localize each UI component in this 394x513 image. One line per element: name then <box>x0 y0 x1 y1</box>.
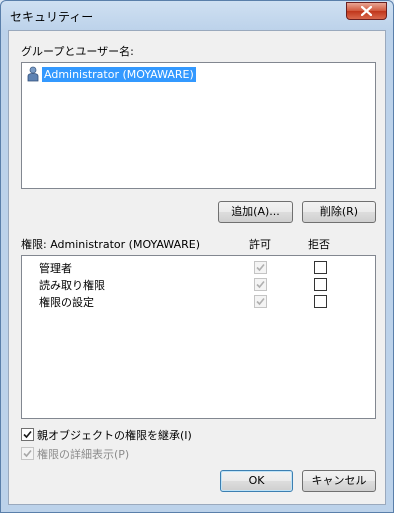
permission-row-set: 権限の設定 <box>22 293 375 310</box>
checkmark-icon <box>256 280 265 289</box>
remove-button[interactable]: 削除(R) <box>302 201 376 223</box>
deny-checkbox[interactable] <box>314 261 327 274</box>
checkmark-icon <box>23 430 32 439</box>
permissions-list[interactable]: 管理者 読み取り権限 権限の設定 <box>21 255 376 419</box>
checkmark-icon <box>256 263 265 272</box>
permission-name: 読み取り権限 <box>39 279 105 292</box>
add-button[interactable]: 追加(A)... <box>218 201 293 223</box>
security-dialog: セキュリティー グループとユーザー名: Administrator (MOYAW… <box>0 0 394 513</box>
allow-checkbox <box>254 278 267 291</box>
allow-checkbox <box>254 261 267 274</box>
details-checkbox <box>21 447 34 460</box>
permission-name: 権限の設定 <box>39 296 94 309</box>
details-label: 権限の詳細表示(P) <box>37 448 130 461</box>
ok-button[interactable]: OK <box>220 470 293 492</box>
inherit-checkbox[interactable] <box>21 428 34 441</box>
permission-name: 管理者 <box>39 262 72 275</box>
groups-list[interactable]: Administrator (MOYAWARE) <box>21 62 376 189</box>
inherit-label: 親オブジェクトの権限を継承(I) <box>37 429 192 442</box>
checkmark-icon <box>256 297 265 306</box>
deny-checkbox[interactable] <box>314 278 327 291</box>
deny-checkbox[interactable] <box>314 295 327 308</box>
permission-row-admin: 管理者 <box>22 259 375 276</box>
deny-header: 拒否 <box>308 238 330 251</box>
user-name: Administrator (MOYAWARE) <box>42 66 196 82</box>
permission-row-read: 読み取り権限 <box>22 276 375 293</box>
groups-label: グループとユーザー名: <box>21 45 134 58</box>
checkmark-icon <box>23 449 32 458</box>
cancel-button[interactable]: キャンセル <box>302 470 376 492</box>
permissions-label: 権限: Administrator (MOYAWARE) <box>21 238 200 251</box>
close-icon <box>361 6 372 16</box>
dialog-body: グループとユーザー名: Administrator (MOYAWARE) 追加(… <box>8 30 386 505</box>
title-bar[interactable]: セキュリティー <box>1 1 393 31</box>
user-icon <box>27 66 39 82</box>
allow-checkbox <box>254 295 267 308</box>
window-title: セキュリティー <box>10 10 94 24</box>
close-button[interactable] <box>346 2 387 20</box>
allow-header: 許可 <box>249 238 271 251</box>
list-item[interactable]: Administrator (MOYAWARE) <box>26 66 196 82</box>
